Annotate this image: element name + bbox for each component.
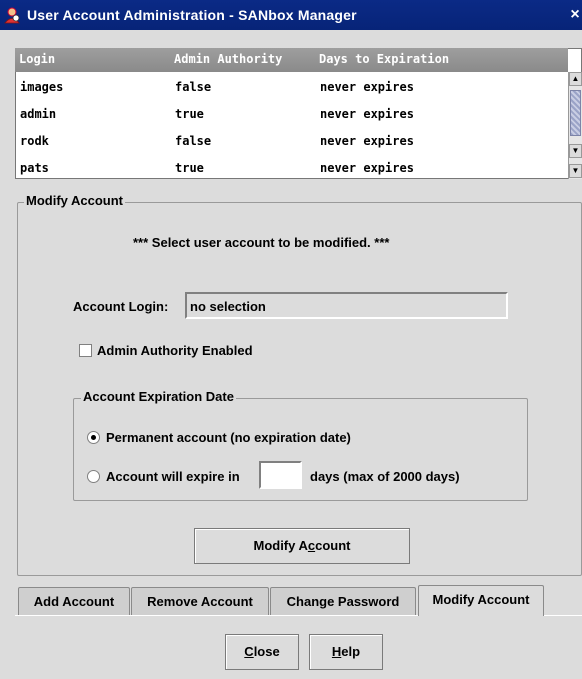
permanent-account-radio[interactable] (87, 431, 100, 444)
admin-authority-label: Admin Authority Enabled (97, 343, 253, 358)
cell-days-to-expiration: never expires (320, 161, 414, 175)
tab-modify-account[interactable]: Modify Account (418, 585, 544, 616)
help-button[interactable]: Help (309, 634, 383, 670)
cell-days-to-expiration: never expires (320, 107, 414, 121)
expiration-date-legend: Account Expiration Date (81, 389, 236, 404)
table-header: Login Admin Authority Days to Expiration (15, 48, 568, 72)
title-bar: User Account Administration - SANbox Man… (0, 0, 582, 30)
cell-admin-authority: true (175, 161, 204, 175)
close-button-label: lose (253, 644, 280, 659)
expire-days-input[interactable] (259, 461, 302, 489)
expire-in-label: Account will expire in (106, 469, 240, 484)
close-button-mnemonic: C (244, 644, 254, 659)
column-header-days-to-expiration[interactable]: Days to Expiration (319, 52, 449, 66)
table-scrollbar[interactable]: ▲ ▼ ▼ (568, 72, 582, 179)
close-window-icon[interactable]: × (568, 4, 582, 26)
radio-selected-dot (91, 435, 96, 440)
tab-change-password[interactable]: Change Password (270, 587, 416, 615)
modify-button-label-end: count (315, 538, 351, 553)
table-row[interactable]: admin true never expires (16, 100, 569, 127)
close-button[interactable]: Close (225, 634, 299, 670)
column-header-login[interactable]: Login (19, 52, 55, 66)
tab-remove-account[interactable]: Remove Account (131, 587, 269, 615)
cell-admin-authority: false (175, 134, 212, 148)
cell-login: rodk (20, 134, 49, 148)
table-row[interactable]: images false never expires (16, 73, 569, 100)
table-row[interactable]: rodk false never expires (16, 127, 569, 154)
scroll-up-icon[interactable]: ▲ (569, 72, 582, 86)
expire-days-suffix: days (max of 2000 days) (310, 469, 460, 484)
instruction-text: *** Select user account to be modified. … (133, 235, 390, 250)
expire-in-radio[interactable] (87, 470, 100, 483)
cell-admin-authority: true (175, 107, 204, 121)
account-login-value: no selection (190, 299, 266, 314)
account-login-field: no selection (185, 292, 508, 319)
window-title: User Account Administration - SANbox Man… (27, 7, 357, 23)
modify-account-button[interactable]: Modify Account (194, 528, 410, 564)
cell-login: pats (20, 161, 49, 175)
tab-add-account[interactable]: Add Account (18, 587, 130, 615)
cell-login: admin (20, 107, 57, 121)
app-icon (3, 6, 21, 24)
modify-button-label-start: Modify A (253, 538, 308, 553)
help-button-label: elp (341, 644, 361, 659)
cell-admin-authority: false (175, 80, 212, 94)
scroll-down-icon[interactable]: ▼ (569, 144, 582, 158)
table-row[interactable]: pats true never expires (16, 154, 569, 179)
help-button-mnemonic: H (331, 644, 342, 659)
cell-days-to-expiration: never expires (320, 134, 414, 148)
scrollbar-thumb[interactable] (570, 90, 581, 136)
modify-account-legend: Modify Account (24, 193, 126, 208)
scroll-down-icon[interactable]: ▼ (569, 164, 582, 178)
admin-authority-checkbox[interactable] (79, 344, 92, 357)
permanent-account-label: Permanent account (no expiration date) (106, 430, 351, 445)
cell-days-to-expiration: never expires (320, 80, 414, 94)
account-login-label: Account Login: (73, 299, 169, 314)
cell-login: images (20, 80, 64, 94)
column-header-admin-authority[interactable]: Admin Authority (174, 52, 282, 66)
